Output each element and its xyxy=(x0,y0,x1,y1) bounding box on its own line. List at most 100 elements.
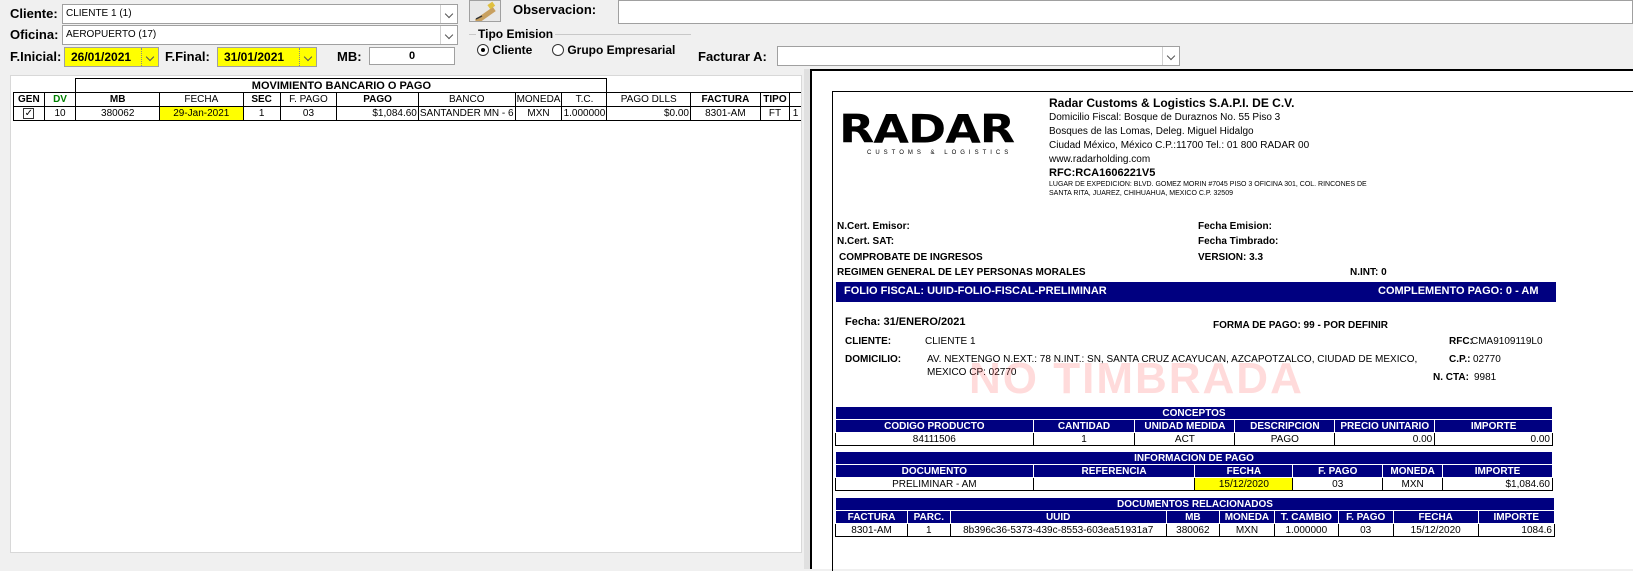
ir-moneda: MXN xyxy=(1382,477,1444,491)
col-factura[interactable]: FACTURA xyxy=(690,92,761,107)
info-title: INFORMACION DE PAGO xyxy=(835,451,1553,465)
cert-emisor: N.Cert. Emisor: xyxy=(837,221,910,232)
mb-label: MB: xyxy=(337,49,362,64)
col-pago-dlls[interactable]: PAGO DLLS xyxy=(606,92,691,107)
company-name: Radar Customs & Logistics S.A.P.I. DE C.… xyxy=(1049,96,1295,110)
cert-sat: N.Cert. SAT: xyxy=(837,236,895,247)
gen-checkbox[interactable]: ✓ xyxy=(13,106,45,121)
ffinal-date-picker[interactable]: 31/01/2021 xyxy=(217,47,317,67)
dr-fpago: 03 xyxy=(1337,523,1394,537)
dc-factura: FACTURA xyxy=(834,510,909,524)
cr-unidad: ACT xyxy=(1134,432,1236,446)
rfc-value-inv: CMA9109119L0 xyxy=(1471,336,1543,347)
cr-importe: 0.00 xyxy=(1434,432,1553,446)
col-mb[interactable]: MB xyxy=(75,92,160,107)
finicial-date-picker[interactable]: 26/01/2021 xyxy=(64,47,159,67)
cliente-value: CLIENTE 1 (1) xyxy=(66,8,132,19)
col-fecha[interactable]: FECHA xyxy=(159,92,244,107)
dc-mb: MB xyxy=(1165,510,1220,524)
company-address-2: Bosques de las Lomas, Deleg. Miguel Hida… xyxy=(1049,126,1254,137)
cell-pago[interactable]: $1,084.60 xyxy=(336,106,419,121)
ffinal-value: 31/01/2021 xyxy=(224,50,285,64)
table-row: 84111506 1 ACT PAGO 0.00 0.00 xyxy=(835,432,1553,446)
col-tipo[interactable]: TIPO xyxy=(759,92,791,107)
grid-group-header: MOVIMIENTO BANCARIO O PAGO xyxy=(75,78,608,93)
cell-mb[interactable]: 380062 xyxy=(75,106,160,121)
col-banco[interactable]: BANCO xyxy=(417,92,516,107)
folio-band: FOLIO FISCAL: UUID-FOLIO-FISCAL-PRELIMIN… xyxy=(836,282,1556,302)
finicial-label: F.Inicial: xyxy=(10,49,62,64)
docs-relacionados-table: DOCUMENTOS RELACIONADOS FACTURA PARC. UU… xyxy=(834,497,1556,537)
col-fpago[interactable]: F. PAGO xyxy=(279,92,338,107)
tipo-emision-label: Tipo Emision xyxy=(476,27,556,41)
table-row[interactable]: ✓ 10 380062 29-Jan-2021 1 03 $1,084.60 S… xyxy=(13,106,801,121)
invoice-preview: RADAR CUSTOMS & LOGISTICS Radar Customs … xyxy=(810,69,1633,571)
ic-importe: IMPORTE xyxy=(1442,464,1553,478)
table-row: PRELIMINAR - AM 15/12/2020 03 MXN $1,084… xyxy=(835,477,1553,491)
chevron-down-icon[interactable] xyxy=(141,48,158,66)
n-int: N.INT: 0 xyxy=(1350,267,1387,278)
company-rfc: RFC:RCA1606221V5 xyxy=(1049,167,1156,179)
cell-sec[interactable]: 1 xyxy=(242,106,281,121)
cp-value: 02770 xyxy=(1473,354,1501,365)
ffinal-label: F.Final: xyxy=(165,49,210,64)
facturar-label: Facturar A: xyxy=(698,49,767,64)
mb-input[interactable]: 0 xyxy=(369,47,455,65)
col-tc[interactable]: T.C. xyxy=(561,92,608,107)
oficina-value: AEROPUERTO (17) xyxy=(66,29,157,40)
col-moneda[interactable]: MONEDA xyxy=(514,92,563,107)
col-pago[interactable]: PAGO xyxy=(336,92,419,107)
dr-fecha: 15/12/2020 xyxy=(1392,523,1479,537)
chevron-down-icon[interactable] xyxy=(1162,47,1179,65)
facturar-combo[interactable] xyxy=(777,46,1180,66)
cell-dv[interactable]: 10 xyxy=(43,106,77,121)
cell-fecha[interactable]: 29-Jan-2021 xyxy=(159,106,244,121)
observacion-input[interactable] xyxy=(618,0,1633,24)
cell-fpago[interactable]: 03 xyxy=(279,106,338,121)
chevron-down-icon[interactable] xyxy=(299,48,316,66)
cell-extra[interactable]: 1 xyxy=(789,106,801,121)
col-dv[interactable]: DV xyxy=(43,92,77,107)
dr-mb: 380062 xyxy=(1165,523,1220,537)
generate-button[interactable] xyxy=(469,0,501,24)
chevron-down-icon[interactable] xyxy=(440,26,457,44)
cr-cantidad: 1 xyxy=(1032,432,1136,446)
cell-tipo[interactable]: FT xyxy=(759,106,791,121)
col-gen[interactable]: GEN xyxy=(13,92,45,107)
domicilio-label: DOMICILIO: xyxy=(845,354,902,365)
radio-grupo-label: Grupo Empresarial xyxy=(567,43,676,57)
invoice-fecha: Fecha: 31/ENERO/2021 xyxy=(845,316,966,328)
cell-tc[interactable]: 1.000000 xyxy=(561,106,608,121)
dc-parc: PARC. xyxy=(907,510,951,524)
cell-pago-dlls[interactable]: $0.00 xyxy=(606,106,691,121)
fecha-timbrado: Fecha Timbrado: xyxy=(1198,236,1279,247)
payments-grid[interactable]: MOVIMIENTO BANCARIO O PAGO GEN DV MB FEC… xyxy=(10,75,802,553)
check-icon[interactable]: ✓ xyxy=(23,108,35,119)
chevron-down-icon[interactable] xyxy=(440,5,457,23)
radio-unselected-icon[interactable] xyxy=(552,44,564,56)
ir-documento: PRELIMINAR - AM xyxy=(835,477,1034,491)
cliente-label-inv: CLIENTE: xyxy=(845,336,892,347)
col-sec[interactable]: SEC xyxy=(242,92,281,107)
radio-grupo[interactable]: Grupo Empresarial xyxy=(552,43,675,57)
ncta-value: 9981 xyxy=(1474,372,1497,383)
cell-banco[interactable]: SANTANDER MN - 6 xyxy=(417,106,516,121)
cell-moneda[interactable]: MXN xyxy=(514,106,563,121)
regimen: REGIMEN GENERAL DE LEY PERSONAS MORALES xyxy=(837,267,1086,278)
radio-cliente[interactable]: Cliente xyxy=(477,43,532,57)
cc-codigo: CODIGO PRODUCTO xyxy=(835,419,1034,433)
table-row: 8301-AM 1 8b396c36-5373-439c-8553-603ea5… xyxy=(834,523,1556,537)
ic-documento: DOCUMENTO xyxy=(835,464,1034,478)
cell-factura[interactable]: 8301-AM xyxy=(690,106,761,121)
grid-header-row: GEN DV MB FECHA SEC F. PAGO PAGO BANCO M… xyxy=(13,92,801,107)
oficina-combo[interactable]: AEROPUERTO (17) xyxy=(62,25,458,45)
oficina-label: Oficina: xyxy=(10,27,59,42)
dr-parc: 1 xyxy=(907,523,951,537)
ic-moneda: MONEDA xyxy=(1382,464,1444,478)
radio-selected-icon[interactable] xyxy=(477,44,489,56)
folio-fiscal: FOLIO FISCAL: UUID-FOLIO-FISCAL-PRELIMIN… xyxy=(844,285,1107,297)
cc-cantidad: CANTIDAD xyxy=(1032,419,1136,433)
conceptos-title: CONCEPTOS xyxy=(835,406,1553,420)
lugar-expedicion-2: SANTA RITA, JUAREZ, CHIHUAHUA, MEXICO C.… xyxy=(1049,190,1233,197)
cliente-combo[interactable]: CLIENTE 1 (1) xyxy=(62,4,458,24)
